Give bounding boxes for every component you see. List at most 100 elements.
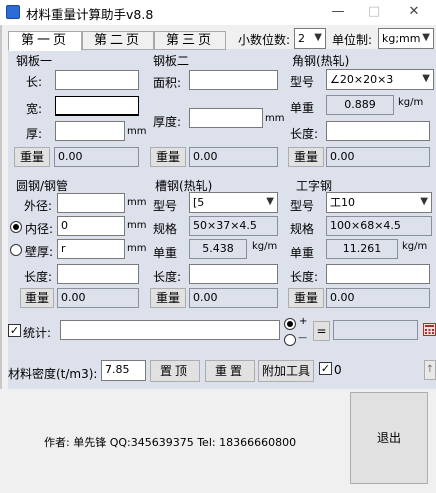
- plate1-title: 钢板一: [16, 54, 53, 68]
- round-wall-input[interactable]: r: [57, 239, 125, 259]
- channel-length-input[interactable]: [189, 264, 278, 284]
- chevron-down-icon: ▼: [314, 32, 322, 43]
- ibeam-unit-weight: 11.261: [326, 239, 398, 259]
- density-label: 材料密度(t/m3):: [8, 367, 98, 381]
- round-inner-unit: mm: [127, 220, 147, 231]
- extra-checkbox[interactable]: ✓: [319, 362, 332, 375]
- unit-select[interactable]: kg;mm ▼: [378, 28, 434, 49]
- pin-top-button[interactable]: 置顶: [150, 360, 200, 382]
- ibeam-unit-weight-label: 单重: [290, 246, 315, 260]
- plate2-thickness-label: 厚度:: [153, 115, 182, 129]
- minus-label: —: [298, 333, 307, 343]
- channel-length-label: 长度:: [153, 270, 182, 284]
- ibeam-model-value: 工10: [330, 196, 355, 209]
- angle-title: 角钢(热轧): [292, 54, 350, 68]
- reset-button[interactable]: 重置: [205, 360, 255, 382]
- plate1-width-input[interactable]: [55, 96, 139, 116]
- round-outer-label: 外径:: [24, 199, 53, 213]
- stats-input[interactable]: [60, 320, 280, 340]
- decimals-select[interactable]: 2 ▼: [294, 28, 326, 49]
- angle-length-input[interactable]: [326, 121, 430, 141]
- decimals-value: 2: [298, 32, 305, 45]
- tab-page-1[interactable]: 第一页: [8, 31, 82, 51]
- round-inner-radio[interactable]: [10, 221, 22, 233]
- window-title: 材料重量计算助手v8.8: [26, 7, 154, 22]
- extra-tools-button[interactable]: 附加工具: [258, 360, 314, 382]
- channel-result: 0.00: [189, 288, 278, 308]
- ibeam-length-input[interactable]: [326, 264, 430, 284]
- round-title: 圆钢/钢管: [16, 179, 69, 193]
- plate1-length-label: 长:: [26, 75, 43, 89]
- minimize-button[interactable]: —: [320, 0, 356, 25]
- round-outer-input[interactable]: [57, 193, 125, 213]
- angle-unit-weight: 0.889: [326, 95, 394, 115]
- plate1-thickness-unit: mm: [127, 126, 147, 137]
- round-length-label: 长度:: [24, 270, 53, 284]
- density-input[interactable]: 7.85: [101, 360, 146, 381]
- arrow-up-icon[interactable]: ↑: [424, 360, 436, 380]
- round-result: 0.00: [57, 288, 139, 308]
- channel-model-select[interactable]: [5 ▼: [189, 192, 278, 213]
- channel-model-value: [5: [193, 196, 205, 209]
- round-inner-input[interactable]: 0: [57, 216, 125, 236]
- plate2-title: 钢板二: [153, 54, 190, 68]
- stats-checkbox[interactable]: ✓: [8, 324, 21, 337]
- close-button[interactable]: ✕: [396, 0, 432, 25]
- exit-button[interactable]: 退出: [350, 392, 428, 484]
- round-weight-button[interactable]: 重量: [20, 288, 54, 308]
- plate1-weight-button[interactable]: 重量: [14, 147, 50, 167]
- round-wall-unit: mm: [127, 243, 147, 254]
- author-info: 作者: 单先锋 QQ:345639375 Tel: 18366660800: [44, 436, 297, 449]
- calculator-icon[interactable]: [423, 323, 436, 336]
- app-icon: [6, 5, 20, 19]
- plus-label: +: [299, 316, 308, 327]
- plus-radio[interactable]: [284, 318, 296, 330]
- angle-unit-weight-unit: kg/m: [398, 97, 424, 108]
- round-length-input[interactable]: [57, 264, 139, 284]
- angle-unit-weight-label: 单重: [290, 101, 315, 115]
- angle-model-select[interactable]: ∠20×20×3 ▼: [326, 69, 434, 90]
- ibeam-spec: 100×68×4.5: [326, 216, 432, 236]
- maximize-button[interactable]: □: [356, 0, 392, 25]
- ibeam-spec-label: 规格: [290, 222, 315, 236]
- extra-check-value: 0: [334, 363, 342, 377]
- round-inner-label: 内径:: [25, 222, 54, 236]
- plate1-thickness-input[interactable]: [55, 121, 125, 141]
- equals-button[interactable]: =: [313, 321, 330, 341]
- plate1-result: 0.00: [54, 147, 139, 167]
- channel-spec: 50×37×4.5: [189, 216, 278, 236]
- plate2-area-label: 面积:: [153, 76, 182, 90]
- ibeam-length-label: 长度:: [290, 270, 319, 284]
- round-wall-radio[interactable]: [10, 244, 22, 256]
- angle-model-value: ∠20×20×3: [330, 73, 394, 86]
- chevron-down-icon: ▼: [422, 32, 430, 43]
- plate2-thickness-input[interactable]: [189, 108, 263, 128]
- ibeam-model-select[interactable]: 工10 ▼: [326, 192, 432, 213]
- tab-page-2[interactable]: 第二页: [82, 31, 154, 50]
- decimals-label: 小数位数:: [238, 33, 291, 47]
- angle-result: 0.00: [326, 147, 430, 167]
- chevron-down-icon: ▼: [420, 196, 428, 207]
- channel-unit-weight: 5.438: [189, 239, 247, 259]
- tab-page-3[interactable]: 第三页: [154, 31, 226, 50]
- ibeam-model-label: 型号: [290, 199, 315, 213]
- angle-length-label: 长度:: [290, 127, 319, 141]
- channel-unit-weight-unit: kg/m: [252, 241, 278, 252]
- ibeam-unit-weight-unit: kg/m: [402, 241, 428, 252]
- plate2-area-input[interactable]: [189, 70, 278, 90]
- stats-total: [333, 320, 418, 340]
- channel-weight-button[interactable]: 重量: [150, 288, 186, 308]
- chevron-down-icon: ▼: [422, 73, 430, 84]
- ibeam-weight-button[interactable]: 重量: [288, 288, 324, 308]
- unit-value: kg;mm: [382, 32, 421, 45]
- plate1-length-input[interactable]: [55, 70, 139, 90]
- minus-radio[interactable]: [284, 334, 296, 346]
- plate2-weight-button[interactable]: 重量: [150, 147, 186, 167]
- angle-weight-button[interactable]: 重量: [288, 147, 324, 167]
- channel-model-label: 型号: [153, 199, 178, 213]
- ibeam-result: 0.00: [326, 288, 430, 308]
- plate1-thickness-label: 厚:: [26, 127, 43, 141]
- plate2-result: 0.00: [189, 147, 278, 167]
- plate1-width-label: 宽:: [26, 102, 43, 116]
- channel-spec-label: 规格: [153, 222, 178, 236]
